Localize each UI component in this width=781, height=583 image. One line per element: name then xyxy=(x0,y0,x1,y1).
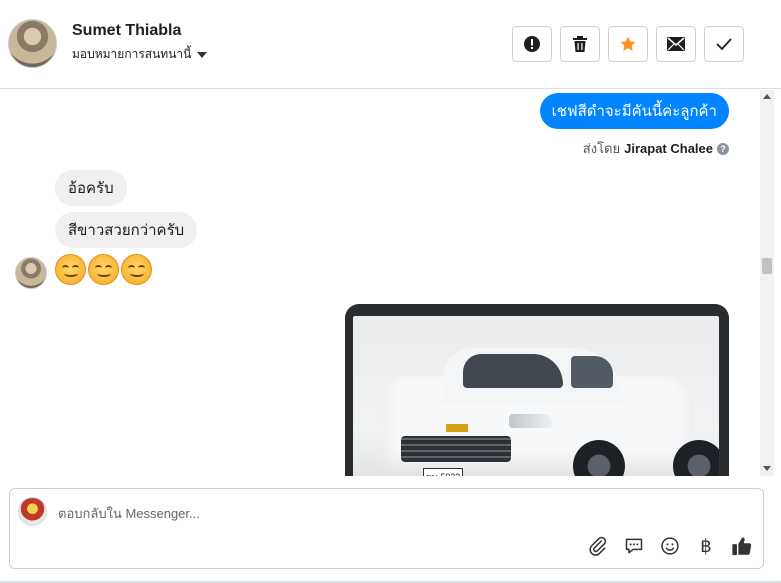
thread-scrollbar[interactable] xyxy=(760,90,774,476)
done-button[interactable] xyxy=(704,26,744,62)
message-thread[interactable]: เชฟสีดำจะมีคันนี้ค่ะลูกค้า ส่งโดย Jirapa… xyxy=(0,90,760,476)
contact-name[interactable]: Sumet Thiabla xyxy=(72,22,181,40)
envelope-icon xyxy=(667,37,685,51)
incoming-message[interactable]: สีขาวสวยกว่าครับ xyxy=(55,212,198,248)
reply-composer: ฿ xyxy=(9,488,764,569)
payment-button[interactable]: ฿ xyxy=(695,535,717,557)
reply-input[interactable] xyxy=(58,503,578,523)
emoji-button[interactable] xyxy=(659,535,681,557)
star-icon xyxy=(620,36,636,51)
header-actions xyxy=(512,26,744,62)
contact-avatar[interactable] xyxy=(8,19,57,68)
paperclip-icon xyxy=(589,536,607,556)
attach-button[interactable] xyxy=(587,535,609,557)
sent-by-line: ส่งโดย Jirapat Chalee ? xyxy=(583,138,729,159)
mail-button[interactable] xyxy=(656,26,696,62)
outgoing-message[interactable]: เชฟสีดำจะมีคันนี้ค่ะลูกค้า xyxy=(539,93,729,129)
license-plate: ขษ 5032 xyxy=(423,468,463,476)
smiley-icon xyxy=(661,537,679,555)
thumbs-up-icon xyxy=(732,537,752,556)
trash-icon xyxy=(573,36,587,52)
like-button[interactable] xyxy=(731,535,753,557)
scroll-up-icon[interactable] xyxy=(763,94,771,99)
star-button[interactable] xyxy=(608,26,648,62)
incoming-message[interactable]: อ้อครับ xyxy=(55,170,127,206)
conversation-header: Sumet Thiabla มอบหมายการสนทนานี้ xyxy=(0,0,781,89)
chevrolet-logo xyxy=(446,424,468,432)
speech-bubble-icon xyxy=(625,538,643,554)
exclamation-circle-icon xyxy=(524,36,540,52)
saved-replies-button[interactable] xyxy=(623,535,645,557)
report-button[interactable] xyxy=(512,26,552,62)
smiling-face-icon xyxy=(121,254,152,285)
sent-by-prefix: ส่งโดย xyxy=(582,141,621,156)
sent-by-name: Jirapat Chalee xyxy=(624,141,713,156)
delete-button[interactable] xyxy=(560,26,600,62)
page-avatar xyxy=(18,497,47,526)
scroll-thumb[interactable] xyxy=(762,258,772,274)
help-icon[interactable]: ? xyxy=(717,142,729,155)
scroll-down-icon[interactable] xyxy=(763,466,771,471)
smiling-face-icon xyxy=(55,254,86,285)
photo-attachment[interactable]: ขษ 5032 xyxy=(345,304,729,476)
assign-label: มอบหมายการสนทนานี้ xyxy=(72,47,192,61)
sender-avatar xyxy=(15,257,47,289)
emoji-message[interactable] xyxy=(55,254,152,285)
composer-tools: ฿ xyxy=(587,535,753,557)
caret-down-icon xyxy=(197,51,208,58)
checkmark-icon xyxy=(716,38,732,51)
assign-conversation-dropdown[interactable]: มอบหมายการสนทนานี้ xyxy=(72,45,208,64)
truck-photo: ขษ 5032 xyxy=(353,316,719,476)
smiling-face-icon xyxy=(88,254,119,285)
baht-icon: ฿ xyxy=(700,535,712,556)
